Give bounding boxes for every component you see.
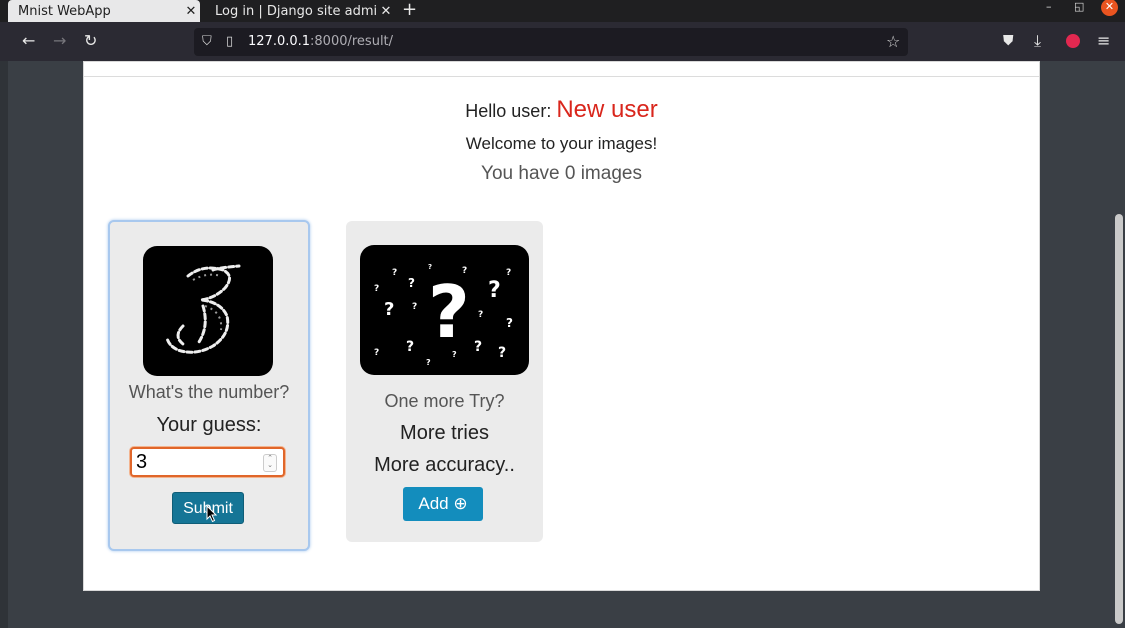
add-button[interactable]: Add ⊕ (403, 487, 483, 521)
question-label: What's the number? (128, 382, 290, 402)
one-more-try-label: One more Try? (384, 391, 505, 411)
mouse-cursor-icon (206, 505, 218, 523)
tab-label: Mnist WebApp (18, 3, 111, 19)
close-icon[interactable]: ✕ (182, 4, 200, 19)
divider (84, 76, 1039, 77)
svg-text:?: ? (374, 284, 379, 294)
bookmark-star-icon[interactable]: ☆ (886, 32, 900, 51)
question-marks-image: ? ? ? ? ? ? ? ? ? ? ? ? ? ? ? ? ? ? (360, 245, 529, 375)
number-stepper-icon[interactable]: ⌃ ⌄ (263, 454, 277, 472)
more-tries-label: More tries (400, 422, 489, 444)
svg-text:?: ? (488, 278, 501, 303)
page-info-icon[interactable]: ▯ (226, 34, 233, 49)
username: New user (556, 96, 658, 123)
menu-icon[interactable]: ≡ (1097, 32, 1110, 50)
page-gutter (0, 61, 8, 628)
back-arrow-icon[interactable]: ← (22, 32, 35, 50)
tab-strip: Mnist WebApp ✕ Log in | Django site admi… (0, 0, 1125, 22)
welcome-text: Welcome to your images! (465, 134, 658, 153)
pocket-icon[interactable]: ⛊ (1003, 32, 1014, 50)
svg-text:?: ? (374, 348, 379, 358)
svg-text:?: ? (408, 276, 415, 290)
svg-text:?: ? (498, 345, 506, 361)
guess-field[interactable]: ⌃⌄ (130, 447, 285, 477)
svg-text:?: ? (406, 339, 414, 355)
svg-text:?: ? (426, 358, 431, 367)
svg-text:?: ? (412, 302, 417, 312)
greeting-prefix: Hello user: (465, 101, 552, 121)
close-icon[interactable]: ✕ (377, 4, 395, 19)
digit-image (143, 246, 273, 376)
add-image-card: ? ? ? ? ? ? ? ? ? ? ? ? ? ? ? ? ? ? One … (346, 221, 543, 542)
svg-text:?: ? (428, 270, 470, 354)
extension-icon[interactable] (1066, 34, 1080, 48)
page-content: Hello user: New user Welcome to your ima… (83, 61, 1040, 591)
url-bar[interactable]: ⛉ ▯ 127.0.0.1:8000/result/ ☆ (194, 28, 908, 56)
svg-text:?: ? (384, 299, 394, 320)
guess-label: Your guess: (156, 414, 262, 436)
image-count: You have 0 images (481, 163, 642, 184)
shield-icon[interactable]: ⛉ (202, 34, 212, 49)
greeting: Hello user: New user (84, 96, 1039, 124)
more-accuracy-label: More accuracy.. (374, 454, 515, 476)
svg-text:?: ? (462, 266, 467, 276)
reload-icon[interactable]: ↻ (84, 32, 97, 50)
svg-text:?: ? (392, 268, 397, 278)
tab-mnist-webapp[interactable]: Mnist WebApp ✕ (8, 0, 200, 22)
new-tab-button[interactable]: + (402, 0, 417, 22)
scrollbar[interactable] (1115, 214, 1123, 624)
guess-input[interactable] (136, 451, 258, 473)
download-icon[interactable]: ⤓ (1034, 32, 1041, 50)
window-close-button[interactable]: ✕ (1101, 0, 1118, 16)
svg-text:?: ? (474, 339, 482, 355)
maximize-button[interactable]: ◱ (1074, 0, 1084, 18)
forward-arrow-icon[interactable]: → (53, 32, 66, 50)
guess-card: What's the number? Your guess: ⌃⌄ Submit (108, 220, 310, 551)
tab-label: Log in | Django site admin (215, 3, 377, 19)
navigation-bar: ← → ↻ ⛉ ▯ 127.0.0.1:8000/result/ ☆ ⛊ ⤓ ≡ (0, 22, 1125, 61)
minimize-button[interactable]: – (1046, 0, 1052, 18)
svg-text:?: ? (478, 310, 483, 320)
tab-django-admin[interactable]: Log in | Django site admin ✕ (205, 0, 395, 22)
svg-text:?: ? (506, 268, 511, 278)
svg-text:?: ? (428, 263, 432, 271)
svg-text:?: ? (452, 350, 457, 359)
url-text[interactable]: 127.0.0.1:8000/result/ (248, 34, 393, 49)
svg-text:?: ? (506, 316, 513, 330)
